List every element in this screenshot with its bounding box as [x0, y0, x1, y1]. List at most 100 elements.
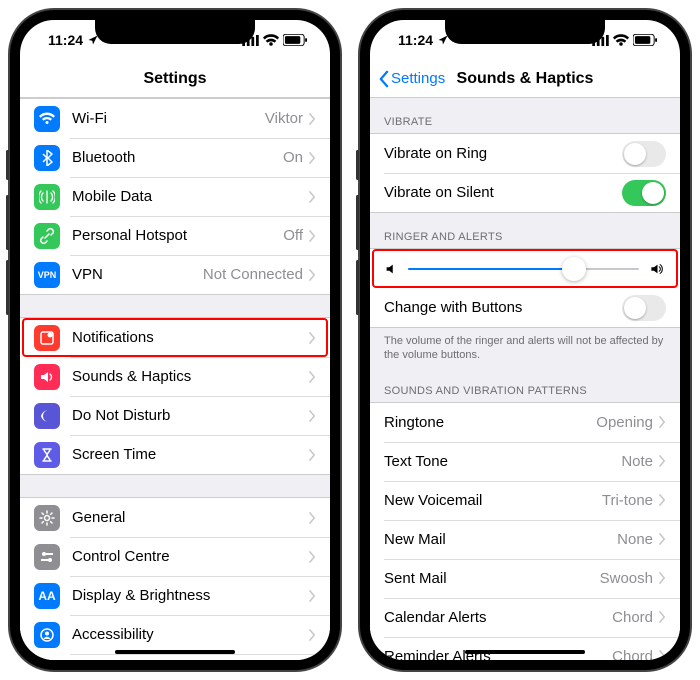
chevron-right-icon: [309, 371, 316, 383]
row-wifi[interactable]: Wi-FiViktor: [20, 99, 330, 138]
row-label: Vibrate on Silent: [384, 184, 622, 201]
row-sent-mail[interactable]: Sent Mail Swoosh: [370, 559, 680, 598]
chevron-right-icon: [309, 269, 316, 281]
home-indicator[interactable]: [115, 650, 235, 654]
row-screentime[interactable]: Screen Time: [20, 435, 330, 474]
row-label: Wi-Fi: [72, 110, 265, 127]
section-header-patterns: SOUNDS AND VIBRATION PATTERNS: [370, 367, 680, 402]
row-label: New Voicemail: [384, 492, 602, 509]
row-wallpaper[interactable]: Wallpaper: [20, 654, 330, 660]
chevron-right-icon: [309, 332, 316, 344]
section-header-vibrate: VIBRATE: [370, 98, 680, 133]
chevron-right-icon: [309, 230, 316, 242]
link-icon: [34, 223, 60, 249]
row-vibrate-ring[interactable]: Vibrate on Ring: [370, 134, 680, 173]
row-calendar[interactable]: Calendar Alerts Chord: [370, 598, 680, 637]
gear-icon: [34, 505, 60, 531]
row-accessibility[interactable]: Accessibility: [20, 615, 330, 654]
chevron-right-icon: [309, 152, 316, 164]
switches-icon: [34, 544, 60, 570]
moon-icon: [34, 403, 60, 429]
row-text-tone[interactable]: Text Tone Note: [370, 442, 680, 481]
row-sounds[interactable]: Sounds & Haptics: [20, 357, 330, 396]
row-voicemail[interactable]: New Voicemail Tri-tone: [370, 481, 680, 520]
chevron-right-icon: [659, 572, 666, 584]
sounds-list[interactable]: VIBRATE Vibrate on Ring Vibrate on Silen…: [370, 98, 680, 660]
toggle-change-buttons[interactable]: [622, 295, 666, 321]
row-detail: Off: [283, 227, 303, 244]
row-label: New Mail: [384, 531, 617, 548]
row-reminder[interactable]: Reminder Alerts Chord: [370, 637, 680, 660]
chevron-right-icon: [309, 410, 316, 422]
navbar: Settings: [20, 60, 330, 98]
chevron-right-icon: [659, 533, 666, 545]
row-label: Control Centre: [72, 548, 309, 565]
row-vibrate-silent[interactable]: Vibrate on Silent: [370, 173, 680, 212]
row-general[interactable]: General: [20, 498, 330, 537]
back-label: Settings: [391, 70, 445, 87]
chevron-right-icon: [659, 416, 666, 428]
chevron-right-icon: [659, 611, 666, 623]
vpn-icon: VPN: [34, 262, 60, 288]
section-footer: The volume of the ringer and alerts will…: [370, 328, 680, 367]
row-notifications[interactable]: Notifications: [20, 318, 330, 357]
row-label: Screen Time: [72, 446, 309, 463]
chevron-right-icon: [309, 629, 316, 641]
row-change-buttons[interactable]: Change with Buttons: [370, 288, 680, 327]
aa-icon: AA: [34, 583, 60, 609]
row-control-centre[interactable]: Control Centre: [20, 537, 330, 576]
settings-list[interactable]: Wi-FiViktorBluetoothOnMobile DataPersona…: [20, 98, 330, 660]
chevron-right-icon: [309, 590, 316, 602]
row-hotspot[interactable]: Personal HotspotOff: [20, 216, 330, 255]
toggle-vibrate-silent[interactable]: [622, 180, 666, 206]
row-detail: Tri-tone: [602, 492, 653, 509]
wifi-icon: [613, 34, 629, 46]
row-bluetooth[interactable]: BluetoothOn: [20, 138, 330, 177]
row-label: Vibrate on Ring: [384, 145, 622, 162]
page-title: Settings: [143, 70, 206, 88]
volume-slider[interactable]: [408, 268, 639, 270]
back-button[interactable]: Settings: [378, 70, 445, 88]
page-title: Sounds & Haptics: [457, 70, 594, 88]
row-label: Personal Hotspot: [72, 227, 283, 244]
phone-right: 11:24 Settings Sounds & Haptics VIBRATE …: [360, 10, 690, 670]
row-detail: Note: [621, 453, 653, 470]
battery-icon: [633, 34, 658, 46]
toggle-vibrate-ring[interactable]: [622, 141, 666, 167]
row-detail: Not Connected: [203, 266, 303, 283]
row-label: Notifications: [72, 329, 309, 346]
volume-low-icon: [384, 262, 398, 276]
row-label: Mobile Data: [72, 188, 309, 205]
row-label: General: [72, 509, 309, 526]
chevron-right-icon: [659, 650, 666, 660]
row-dnd[interactable]: Do Not Disturb: [20, 396, 330, 435]
home-indicator[interactable]: [465, 650, 585, 654]
row-detail: None: [617, 531, 653, 548]
chevron-right-icon: [309, 551, 316, 563]
volume-high-icon: [649, 262, 666, 276]
status-time: 11:24: [48, 32, 83, 48]
row-detail: Chord: [612, 648, 653, 660]
bell-icon: [34, 325, 60, 351]
chevron-right-icon: [659, 455, 666, 467]
row-detail: Chord: [612, 609, 653, 626]
status-time: 11:24: [398, 32, 433, 48]
row-display[interactable]: AADisplay & Brightness: [20, 576, 330, 615]
chevron-right-icon: [309, 512, 316, 524]
row-mobile-data[interactable]: Mobile Data: [20, 177, 330, 216]
row-vpn[interactable]: VPNVPNNot Connected: [20, 255, 330, 294]
chevron-right-icon: [659, 494, 666, 506]
row-new-mail[interactable]: New Mail None: [370, 520, 680, 559]
row-label: Text Tone: [384, 453, 621, 470]
navbar: Settings Sounds & Haptics: [370, 60, 680, 98]
row-detail: On: [283, 149, 303, 166]
row-label: Calendar Alerts: [384, 609, 612, 626]
row-label: Sent Mail: [384, 570, 600, 587]
row-detail: Swoosh: [600, 570, 653, 587]
row-detail: Viktor: [265, 110, 303, 127]
row-label: Do Not Disturb: [72, 407, 309, 424]
row-ringtone[interactable]: Ringtone Opening: [370, 403, 680, 442]
wifi-icon: [34, 106, 60, 132]
person-icon: [34, 622, 60, 648]
chevron-left-icon: [378, 70, 389, 88]
